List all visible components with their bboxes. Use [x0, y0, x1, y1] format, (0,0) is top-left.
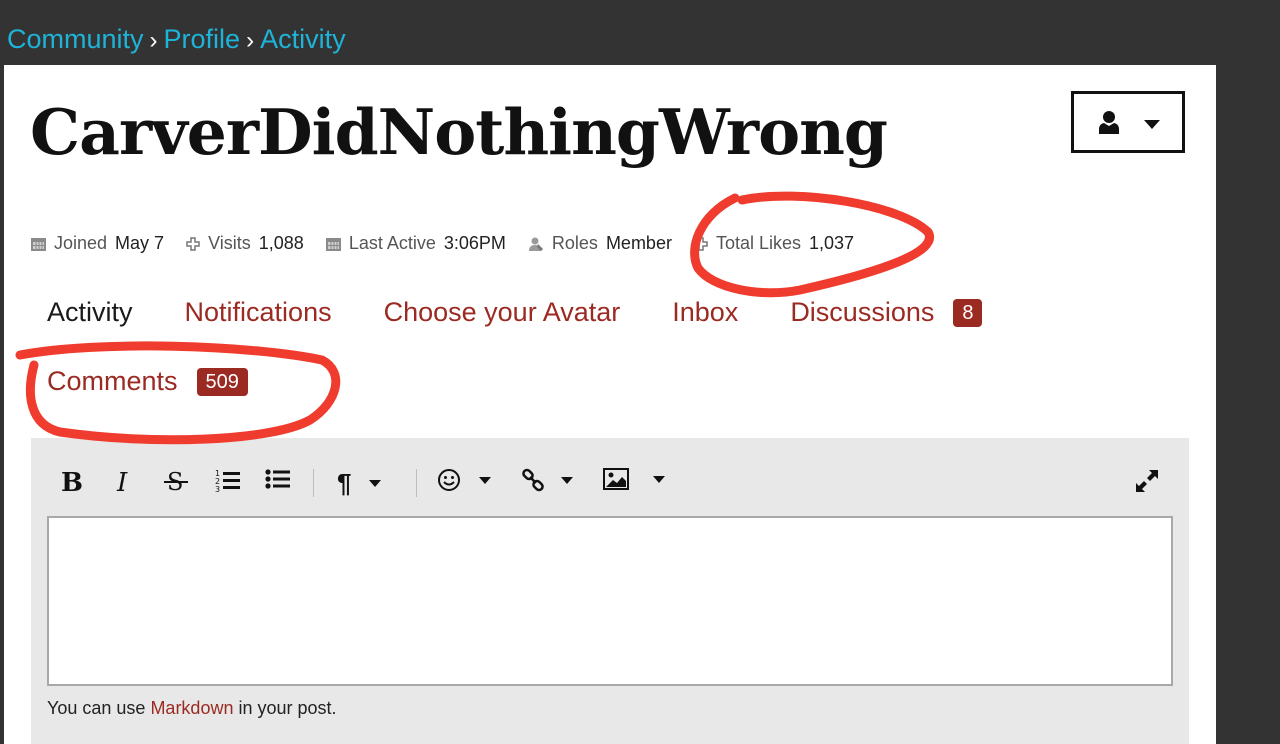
plus-icon [694, 236, 708, 251]
editor-toolbar: B I S 1 2 3 ¶ [31, 438, 1189, 518]
italic-icon: I [117, 468, 128, 498]
user-menu-button[interactable] [1071, 91, 1185, 153]
emoji-icon [438, 469, 460, 491]
profile-tabs: Activity Notifications Choose your Avata… [47, 297, 1034, 328]
strikethrough-icon: S [164, 468, 188, 496]
comments-count-badge: 509 [196, 367, 248, 396]
profile-tabs-row-2: Comments 509 [47, 366, 300, 397]
breadcrumb: Community › Profile › Activity [7, 24, 346, 55]
emoji-dropdown[interactable] [437, 468, 491, 492]
comment-editor: B I S 1 2 3 ¶ You can use Markdown in yo… [31, 438, 1189, 744]
meta-roles: Roles Member [528, 233, 672, 254]
bullet-list-button[interactable] [265, 468, 291, 490]
link-icon [522, 468, 544, 492]
hint-prefix: You can use [47, 698, 146, 718]
meta-joined-value: May 7 [115, 233, 165, 253]
caret-down-icon [369, 480, 382, 487]
calendar-icon [31, 237, 46, 251]
meta-total-likes: Total Likes 1,037 [694, 233, 854, 254]
paragraph-dropdown[interactable]: ¶ [337, 468, 382, 499]
caret-down-icon [1144, 120, 1160, 129]
ordered-list-button[interactable]: 1 2 3 [215, 468, 241, 494]
tab-comments[interactable]: Comments 509 [47, 366, 248, 397]
fullscreen-button[interactable] [1134, 468, 1160, 494]
meta-last-active: Last Active 3:06PM [325, 233, 506, 254]
caret-down-icon [561, 476, 573, 484]
breadcrumb-separator: › [246, 27, 255, 54]
markdown-link[interactable]: Markdown [150, 698, 233, 718]
plus-icon [186, 236, 200, 251]
image-dropdown[interactable] [603, 468, 665, 490]
ordered-list-icon: 1 2 3 [215, 469, 240, 494]
hint-suffix: in your post. [238, 698, 337, 718]
meta-visits-label: Visits [208, 233, 251, 253]
tab-discussions-label: Discussions [790, 297, 935, 327]
meta-last-active-value: 3:06PM [443, 233, 506, 253]
tab-activity[interactable]: Activity [47, 297, 133, 328]
strikethrough-button[interactable]: S [163, 468, 189, 496]
user-icon [1099, 111, 1119, 134]
user-role-icon [528, 237, 543, 251]
markdown-hint: You can use Markdown in your post. [47, 698, 337, 719]
tab-choose-avatar[interactable]: Choose your Avatar [384, 297, 621, 328]
bold-button[interactable]: B [61, 468, 83, 498]
profile-meta: Joined May 7 Visits 1,088 Last Active 3:… [31, 233, 876, 254]
caret-down-icon [479, 476, 491, 484]
toolbar-divider [416, 469, 417, 497]
meta-total-likes-value: 1,037 [809, 233, 855, 253]
meta-roles-label: Roles [551, 233, 598, 253]
discussions-count-badge: 8 [953, 298, 983, 327]
italic-button[interactable]: I [117, 468, 127, 498]
meta-joined-label: Joined [54, 233, 108, 253]
link-dropdown[interactable] [521, 468, 573, 492]
bullet-list-icon [265, 469, 290, 489]
image-icon [603, 468, 629, 490]
paragraph-icon: ¶ [337, 468, 352, 498]
meta-total-likes-label: Total Likes [715, 233, 801, 253]
toolbar-divider [313, 469, 314, 497]
profile-panel: CarverDidNothingWrong Joined May 7 Visit… [4, 65, 1216, 744]
meta-visits-value: 1,088 [258, 233, 304, 253]
caret-down-icon [653, 475, 665, 483]
fullscreen-icon [1136, 470, 1158, 492]
meta-last-active-label: Last Active [348, 233, 436, 253]
breadcrumb-profile[interactable]: Profile [164, 24, 241, 54]
tab-comments-label: Comments [47, 366, 178, 396]
meta-roles-value: Member [605, 233, 672, 253]
page-title: CarverDidNothingWrong [30, 95, 888, 169]
tab-discussions[interactable]: Discussions 8 [790, 297, 983, 328]
meta-visits: Visits 1,088 [186, 233, 304, 254]
tab-inbox[interactable]: Inbox [672, 297, 738, 328]
breadcrumb-activity[interactable]: Activity [260, 24, 346, 54]
breadcrumb-community[interactable]: Community [7, 24, 144, 54]
svg-text:3: 3 [215, 485, 220, 494]
meta-joined: Joined May 7 [31, 233, 164, 254]
tab-notifications[interactable]: Notifications [185, 297, 332, 328]
comment-textarea[interactable] [47, 516, 1173, 686]
breadcrumb-separator: › [149, 27, 158, 54]
bold-icon: B [61, 468, 83, 498]
calendar-icon [325, 237, 341, 251]
